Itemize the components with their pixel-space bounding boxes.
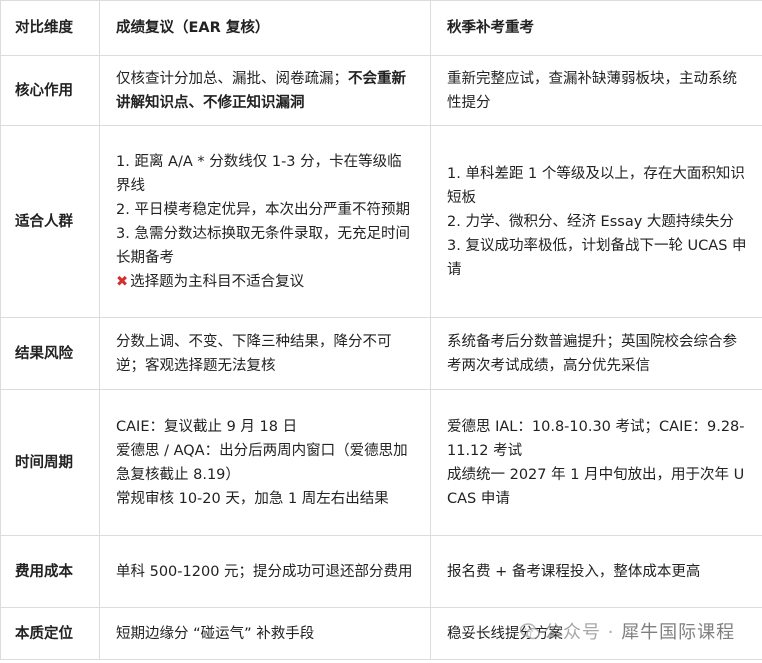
ear-item: CAIE：复议截止 9 月 18 日 — [116, 418, 298, 435]
wechat-icon — [519, 623, 540, 640]
resit-text: 报名费 + 备考课程投入，整体成本更高 — [447, 563, 701, 580]
table-row: 时间周期 CAIE：复议截止 9 月 18 日 爱德思 / AQA：出分后两周内… — [0, 389, 762, 536]
resit-item: 1. 单科差距 1 个等级及以上，存在大面积知识短板 — [447, 165, 745, 206]
resit-cell: 重新完整应试，查漏补缺薄弱板块，主动系统性提分 — [430, 55, 762, 126]
header-ear: 成绩复议（EAR 复核） — [99, 0, 431, 56]
resit-cell: 爱德思 IAL：10.8-10.30 考试；CAIE：9.28-11.12 考试… — [430, 389, 762, 536]
ear-cell: 仅核查计分加总、漏批、阅卷疏漏；不会重新讲解知识点、不修正知识漏洞 — [99, 55, 431, 126]
header-dimension: 对比维度 — [0, 0, 100, 56]
resit-text: 重新完整应试，查漏补缺薄弱板块，主动系统性提分 — [447, 70, 737, 111]
resit-text: 系统备考后分数普遍提升；英国院校会综合参考两次考试成绩，高分优先采信 — [447, 333, 737, 374]
ear-text: 分数上调、不变、下降三种结果，降分不可逆；客观选择题无法复核 — [116, 333, 392, 374]
header-resit: 秋季补考重考 — [430, 0, 762, 56]
header-row: 对比维度 成绩复议（EAR 复核） 秋季补考重考 — [0, 0, 762, 56]
table-row: 核心作用 仅核查计分加总、漏批、阅卷疏漏；不会重新讲解知识点、不修正知识漏洞 重… — [0, 55, 762, 126]
row-label: 适合人群 — [0, 125, 100, 318]
ear-item: 常规审核 10-20 天，加急 1 周左右出结果 — [116, 490, 389, 507]
row-label: 时间周期 — [0, 389, 100, 536]
resit-item: 3. 复议成功率极低，计划备战下一轮 UCAS 申请 — [447, 237, 747, 278]
resit-cell: 系统备考后分数普遍提升；英国院校会综合参考两次考试成绩，高分优先采信 — [430, 317, 762, 390]
ear-cell: 单科 500-1200 元；提分成功可退还部分费用 — [99, 535, 431, 608]
table-row: 费用成本 单科 500-1200 元；提分成功可退还部分费用 报名费 + 备考课… — [0, 535, 762, 608]
resit-item: 2. 力学、微积分、经济 Essay 大题持续失分 — [447, 213, 734, 230]
row-label: 结果风险 — [0, 317, 100, 390]
ear-text: 短期边缘分 “碰运气” 补救手段 — [116, 625, 315, 642]
watermark: 公众号 · 犀牛国际课程 — [519, 618, 736, 644]
resit-cell: 报名费 + 备考课程投入，整体成本更高 — [430, 535, 762, 608]
ear-cell: 1. 距离 A/A * 分数线仅 1-3 分，卡在等级临界线 2. 平日模考稳定… — [99, 125, 431, 318]
resit-cell: 1. 单科差距 1 个等级及以上，存在大面积知识短板 2. 力学、微积分、经济 … — [430, 125, 762, 318]
watermark-prefix: 公众号 · — [544, 622, 615, 643]
cross-mark-icon: ✖ — [116, 273, 129, 290]
resit-item: 成绩统一 2027 年 1 月中旬放出，用于次年 UCAS 申请 — [447, 466, 745, 507]
ear-cell: 分数上调、不变、下降三种结果，降分不可逆；客观选择题无法复核 — [99, 317, 431, 390]
ear-text: 单科 500-1200 元；提分成功可退还部分费用 — [116, 563, 413, 580]
ear-warning-text: 选择题为主科目不适合复议 — [130, 273, 305, 290]
row-label: 本质定位 — [0, 607, 100, 660]
row-label: 核心作用 — [0, 55, 100, 126]
ear-item: 3. 急需分数达标换取无条件录取，无充足时间长期备考 — [116, 225, 410, 266]
ear-item: 1. 距离 A/A * 分数线仅 1-3 分，卡在等级临界线 — [116, 153, 402, 194]
ear-cell: CAIE：复议截止 9 月 18 日 爱德思 / AQA：出分后两周内窗口（爱德… — [99, 389, 431, 536]
resit-item: 爱德思 IAL：10.8-10.30 考试；CAIE：9.28-11.12 考试 — [447, 418, 745, 459]
ear-item: 爱德思 / AQA：出分后两周内窗口（爱德思加急复核截止 8.19） — [116, 442, 408, 483]
table-row: 结果风险 分数上调、不变、下降三种结果，降分不可逆；客观选择题无法复核 系统备考… — [0, 317, 762, 390]
table-row: 适合人群 1. 距离 A/A * 分数线仅 1-3 分，卡在等级临界线 2. 平… — [0, 125, 762, 318]
ear-warning: ✖ 选择题为主科目不适合复议 — [116, 270, 416, 294]
comparison-table: 对比维度 成绩复议（EAR 复核） 秋季补考重考 核心作用 仅核查计分加总、漏批… — [0, 0, 762, 660]
row-label: 费用成本 — [0, 535, 100, 608]
ear-cell: 短期边缘分 “碰运气” 补救手段 — [99, 607, 431, 660]
ear-text: 仅核查计分加总、漏批、阅卷疏漏； — [116, 70, 348, 87]
watermark-brand: 犀牛国际课程 — [621, 622, 736, 643]
ear-item: 2. 平日模考稳定优异，本次出分严重不符预期 — [116, 201, 410, 218]
